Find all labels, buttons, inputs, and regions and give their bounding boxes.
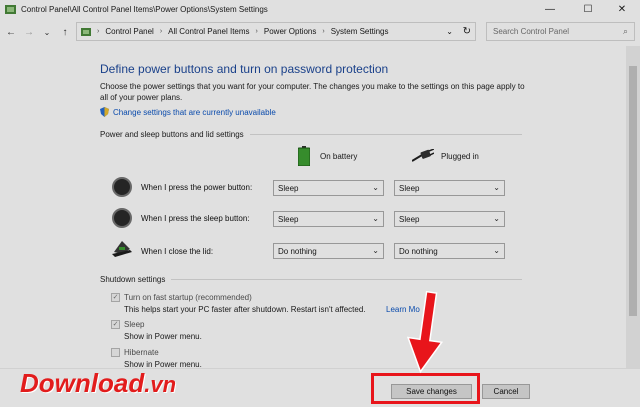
select-value: Sleep <box>278 183 299 193</box>
sleep-description: Show in Power menu. <box>124 332 202 341</box>
plug-icon <box>412 149 434 162</box>
back-button[interactable]: ← <box>4 24 18 40</box>
fast-startup-description: This helps start your PC faster after sh… <box>124 305 366 314</box>
main-content: Define power buttons and turn on passwor… <box>0 46 640 407</box>
sleep-label: Sleep <box>124 320 145 329</box>
chevron-down-icon: ⌄ <box>493 214 500 223</box>
breadcrumb-separator: › <box>159 28 163 35</box>
shutdown-section-header: Shutdown settings <box>100 275 522 284</box>
section-divider <box>249 134 522 135</box>
fast-startup-label: Turn on fast startup (recommended) <box>124 293 252 302</box>
save-highlight-box <box>371 373 480 404</box>
red-arrow-icon <box>406 290 444 374</box>
chevron-down-icon: ⌄ <box>493 183 500 192</box>
watermark-suffix: .vn <box>144 372 177 397</box>
window-title: Control Panel\All Control Panel Items\Po… <box>21 4 268 14</box>
battery-icon <box>298 146 310 166</box>
power-button-battery-select[interactable]: Sleep ⌄ <box>273 180 384 196</box>
page-description: Choose the power settings that you want … <box>100 82 525 102</box>
control-panel-icon <box>81 27 91 37</box>
breadcrumb-control-panel[interactable]: Control Panel <box>102 27 156 36</box>
sleep-checkbox[interactable]: ✓ <box>111 320 120 329</box>
address-bar[interactable]: › Control Panel › All Control Panel Item… <box>76 22 476 41</box>
laptop-lid-icon <box>112 241 132 257</box>
search-box[interactable]: ⌕ <box>486 22 635 41</box>
section-title: Shutdown settings <box>100 275 166 284</box>
section-divider <box>171 279 522 280</box>
change-settings-link-row[interactable]: Change settings that are currently unava… <box>100 107 276 117</box>
power-button-label: When I press the power button: <box>141 183 253 192</box>
minimize-button[interactable]: — <box>532 0 568 18</box>
hibernate-checkbox[interactable] <box>111 348 120 357</box>
on-battery-label: On battery <box>320 151 358 161</box>
close-lid-label: When I close the lid: <box>141 247 214 256</box>
breadcrumb-system-settings[interactable]: System Settings <box>328 27 392 36</box>
breadcrumb-separator: › <box>322 28 325 35</box>
close-lid-battery-select[interactable]: Do nothing ⌄ <box>273 243 384 259</box>
watermark-text: Download <box>20 368 145 398</box>
breadcrumb-separator: › <box>97 28 100 35</box>
change-settings-link[interactable]: Change settings that are currently unava… <box>113 108 276 117</box>
search-input[interactable] <box>493 27 623 36</box>
plugged-in-header: Plugged in <box>412 149 479 163</box>
select-value: Do nothing <box>278 246 317 256</box>
select-value: Sleep <box>399 214 420 224</box>
breadcrumb-all-items[interactable]: All Control Panel Items <box>165 27 252 36</box>
control-panel-window: Control Panel\All Control Panel Items\Po… <box>0 0 640 407</box>
maximize-button[interactable]: ☐ <box>570 0 606 18</box>
control-panel-icon <box>5 4 16 15</box>
breadcrumb-power-options[interactable]: Power Options <box>261 27 319 36</box>
up-button[interactable]: ↑ <box>58 24 72 40</box>
title-bar: Control Panel\All Control Panel Items\Po… <box>0 0 640 18</box>
navigation-bar: ← → ⌄ ↑ › Control Panel › All Control Pa… <box>0 20 640 44</box>
power-buttons-section-header: Power and sleep buttons and lid settings <box>100 130 522 139</box>
vertical-scrollbar[interactable] <box>626 46 640 368</box>
close-button[interactable]: ✕ <box>604 0 640 18</box>
select-value: Do nothing <box>399 246 438 256</box>
on-battery-header: On battery <box>298 146 357 166</box>
select-value: Sleep <box>278 214 299 224</box>
search-icon: ⌕ <box>623 26 629 36</box>
close-lid-plugged-select[interactable]: Do nothing ⌄ <box>394 243 505 259</box>
scrollbar-thumb[interactable] <box>629 66 637 316</box>
power-button-plugged-select[interactable]: Sleep ⌄ <box>394 180 505 196</box>
hibernate-label: Hibernate <box>124 348 159 357</box>
section-title: Power and sleep buttons and lid settings <box>100 130 244 139</box>
chevron-down-icon: ⌄ <box>372 183 379 192</box>
chevron-down-icon: ⌄ <box>372 214 379 223</box>
page-heading: Define power buttons and turn on passwor… <box>100 62 389 76</box>
plugged-in-label: Plugged in <box>441 151 479 161</box>
sleep-button-icon <box>112 208 132 228</box>
recent-locations-button[interactable]: ⌄ <box>40 24 54 40</box>
chevron-down-icon: ⌄ <box>372 246 379 255</box>
chevron-down-icon: ⌄ <box>493 246 500 255</box>
shield-icon <box>100 107 109 117</box>
sleep-button-plugged-select[interactable]: Sleep ⌄ <box>394 211 505 227</box>
fast-startup-checkbox[interactable]: ✓ <box>111 293 120 302</box>
sleep-button-label: When I press the sleep button: <box>141 214 250 223</box>
power-button-icon <box>112 177 132 197</box>
sleep-button-battery-select[interactable]: Sleep ⌄ <box>273 211 384 227</box>
refresh-icon[interactable]: ↻ <box>463 26 471 37</box>
download-vn-watermark: Download.vn <box>20 368 176 399</box>
cancel-button[interactable]: Cancel <box>482 384 530 399</box>
address-dropdown-icon[interactable]: ⌄ <box>446 27 453 36</box>
select-value: Sleep <box>399 183 420 193</box>
breadcrumb-separator: › <box>255 28 258 35</box>
forward-button[interactable]: → <box>22 24 36 40</box>
